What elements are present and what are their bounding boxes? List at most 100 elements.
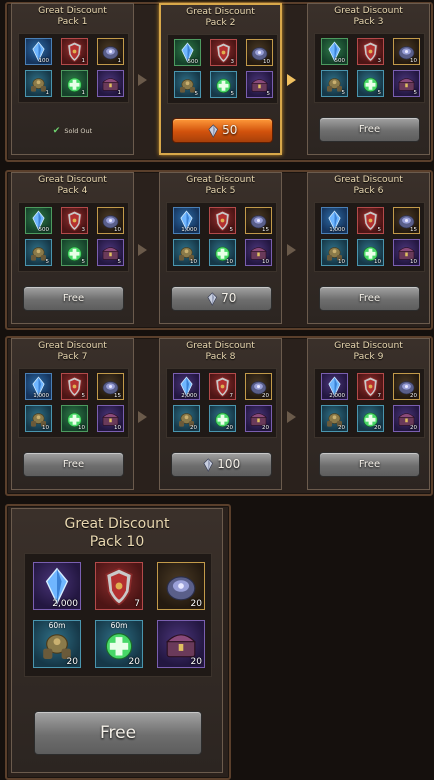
claim-free-button[interactable]: Free [319,286,420,311]
chest-icon[interactable]: 5 [246,71,273,98]
shield-icon[interactable]: 3 [210,39,237,66]
shield-icon[interactable]: 3 [61,207,88,234]
mech-icon[interactable]: 5 [25,239,52,266]
crystal-icon[interactable]: 1,000 [321,207,348,234]
chest-icon[interactable]: 10 [393,239,420,266]
stone-icon[interactable]: 15 [97,373,124,400]
buy-button[interactable]: 100 [171,452,272,477]
potion-icon[interactable]: 1 [61,70,88,97]
item-quantity: 20 [262,393,269,399]
next-pack-arrow-icon [138,74,147,86]
shield-icon[interactable]: 1 [61,38,88,65]
potion-icon[interactable]: 10 [357,239,384,266]
claim-free-button[interactable]: Free [23,286,124,311]
potion-icon[interactable]: 5 [357,70,384,97]
stone-icon[interactable]: 20 [157,562,205,610]
item-quantity: 1 [45,90,50,96]
mech-icon[interactable]: 20 60m [33,620,81,668]
pack-title-line1: Great Discount [64,516,170,532]
pack-title-line2: Pack 10 [89,534,145,550]
pack-card-2[interactable]: Great Discount Pack 2 500 3 10 5 5 5 50 [159,3,282,155]
mech-icon[interactable]: 10 [173,239,200,266]
stone-icon[interactable]: 10 [393,38,420,65]
pack-card-7[interactable]: Great Discount Pack 7 1,000 5 15 10 10 10 Free [11,338,134,490]
pack-card-1[interactable]: Great Discount Pack 1 100 1 1 1 1 1 ✔ Sold Out [11,3,134,155]
item-quantity: 5 [81,259,86,265]
shield-icon[interactable]: 5 [209,207,236,234]
pack-title: Great Discount Pack 6 [308,174,429,196]
pack-card-5[interactable]: Great Discount Pack 5 1,000 5 15 10 10 10 70 [159,172,282,324]
pack-title-line2: Pack 1 [57,15,88,27]
buy-button[interactable]: 70 [171,286,272,311]
item-timer: 60m [48,621,66,630]
potion-icon[interactable]: 20 60m [95,620,143,668]
mech-icon[interactable]: 20 [173,405,200,432]
chest-icon[interactable]: 1 [97,70,124,97]
chest-icon[interactable]: 5 [97,239,124,266]
shield-icon[interactable]: 5 [61,373,88,400]
stone-icon[interactable]: 20 [393,373,420,400]
shield-icon[interactable]: 5 [357,207,384,234]
chest-icon[interactable]: 20 [393,405,420,432]
chest-icon[interactable]: 10 [245,239,272,266]
mech-icon[interactable]: 1 [25,70,52,97]
item-quantity: 5 [229,227,234,233]
mech-icon[interactable]: 20 [321,405,348,432]
item-quantity: 5 [117,259,122,265]
potion-icon[interactable]: 5 [61,239,88,266]
shield-icon[interactable]: 7 [95,562,143,610]
mech-icon[interactable]: 5 [321,70,348,97]
crystal-icon[interactable]: 500 [174,39,201,66]
buy-button[interactable]: 50 [172,118,273,143]
item-quantity: 7 [229,393,234,399]
claim-free-button[interactable]: Free [34,711,202,755]
potion-icon[interactable]: 10 [61,405,88,432]
stone-icon[interactable]: 15 [245,207,272,234]
claim-free-button[interactable]: Free [23,452,124,477]
chest-icon[interactable]: 5 [393,70,420,97]
crystal-icon[interactable]: 100 [25,38,52,65]
item-quantity: 1,000 [181,227,197,233]
chest-icon[interactable]: 20 [157,620,205,668]
stone-icon[interactable]: 20 [245,373,272,400]
claim-free-button[interactable]: Free [319,117,420,142]
item-quantity: 5 [413,90,418,96]
potion-icon[interactable]: 20 [209,405,236,432]
crystal-icon[interactable]: 2,000 [321,373,348,400]
pack-card-10[interactable]: Great Discount Pack 10 2,000 7 20 20 60m 20 60m 2… [11,508,223,773]
mech-icon[interactable]: 10 [321,239,348,266]
pack-card-6[interactable]: Great Discount Pack 6 1,000 5 15 10 10 10 Free [307,172,430,324]
pack-card-4[interactable]: Great Discount Pack 4 500 3 10 5 5 5 Free [11,172,134,324]
chest-icon[interactable]: 10 [97,405,124,432]
crystal-icon[interactable]: 500 [321,38,348,65]
chest-icon[interactable]: 20 [245,405,272,432]
potion-icon[interactable]: 10 [209,239,236,266]
stone-icon[interactable]: 10 [246,39,273,66]
item-quantity: 2,000 [181,393,197,399]
shield-icon[interactable]: 7 [209,373,236,400]
button-label: 50 [222,123,238,137]
crystal-icon[interactable]: 1,000 [25,373,52,400]
next-pack-arrow-icon [138,244,147,256]
stone-icon[interactable]: 10 [97,207,124,234]
crystal-icon[interactable]: 500 [25,207,52,234]
crystal-icon[interactable]: 1,000 [173,207,200,234]
mech-icon[interactable]: 10 [25,405,52,432]
potion-icon[interactable]: 20 [357,405,384,432]
mech-icon[interactable]: 5 [174,71,201,98]
potion-icon[interactable]: 5 [210,71,237,98]
item-quantity: 3 [230,59,235,65]
crystal-icon[interactable]: 2,000 [173,373,200,400]
shield-icon[interactable]: 3 [357,38,384,65]
crystal-icon[interactable]: 2,000 [33,562,81,610]
claim-free-button[interactable]: Free [319,452,420,477]
pack-title-line1: Great Discount [334,340,403,351]
shield-icon[interactable]: 7 [357,373,384,400]
pack-card-9[interactable]: Great Discount Pack 9 2,000 7 20 20 20 20 Free [307,338,430,490]
item-quantity: 10 [190,259,197,265]
stone-icon[interactable]: 15 [393,207,420,234]
pack-card-8[interactable]: Great Discount Pack 8 2,000 7 20 20 20 20 100 [159,338,282,490]
pack-card-3[interactable]: Great Discount Pack 3 500 3 10 5 5 5 Free [307,3,430,155]
stone-icon[interactable]: 1 [97,38,124,65]
pack-title: Great Discount Pack 4 [12,174,133,196]
